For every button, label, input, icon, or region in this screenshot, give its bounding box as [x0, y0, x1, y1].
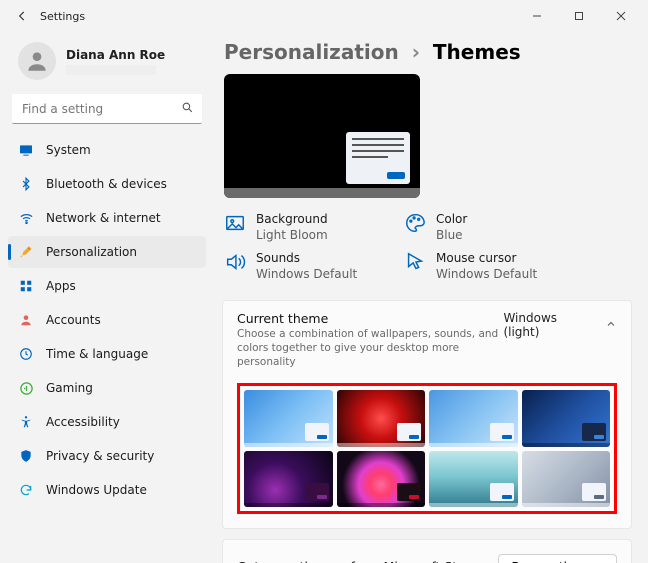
prop-label: Background: [256, 212, 328, 228]
sidebar-item-update[interactable]: Windows Update: [8, 474, 206, 506]
theme-tile[interactable]: [429, 390, 518, 446]
sidebar-item-personalization[interactable]: Personalization: [8, 236, 206, 268]
sidebar-item-label: Apps: [46, 279, 76, 293]
browse-themes-button[interactable]: Browse themes: [498, 554, 617, 563]
sidebar-item-system[interactable]: System: [8, 134, 206, 166]
preview-window-card: [346, 132, 410, 184]
sidebar-item-label: System: [46, 143, 91, 157]
search-input[interactable]: [20, 101, 181, 117]
prop-background[interactable]: BackgroundLight Bloom: [224, 212, 384, 243]
prop-value: Windows Default: [436, 267, 537, 283]
cursor-icon: [404, 251, 426, 273]
sidebar-item-accounts[interactable]: Accounts: [8, 304, 206, 336]
theme-properties: BackgroundLight Bloom ColorBlue SoundsWi…: [224, 212, 564, 282]
prop-sounds[interactable]: SoundsWindows Default: [224, 251, 384, 282]
themes-highlight-box: [237, 383, 617, 514]
account-name: Diana Ann Roe: [66, 48, 165, 62]
sidebar-item-label: Gaming: [46, 381, 93, 395]
clock-icon: [18, 346, 34, 362]
sidebar-item-label: Time & language: [46, 347, 148, 361]
breadcrumb-sep: ›: [412, 40, 420, 64]
minimize-button[interactable]: [516, 2, 558, 30]
sidebar-item-label: Privacy & security: [46, 449, 154, 463]
close-button[interactable]: [600, 2, 642, 30]
sidebar-item-time-language[interactable]: Time & language: [8, 338, 206, 370]
sidebar-item-bluetooth[interactable]: Bluetooth & devices: [8, 168, 206, 200]
sidebar-item-accessibility[interactable]: Accessibility: [8, 406, 206, 438]
theme-tile[interactable]: [244, 451, 333, 507]
prop-value: Blue: [436, 228, 467, 244]
titlebar: Settings: [0, 0, 648, 32]
search-icon: [181, 101, 194, 117]
store-panel: Get more themes from Microsoft Store Bro…: [222, 539, 632, 563]
sidebar-item-label: Bluetooth & devices: [46, 177, 167, 191]
accounts-icon: [18, 312, 34, 328]
shield-icon: [18, 448, 34, 464]
store-text: Get more themes from Microsoft Store: [237, 559, 477, 563]
bluetooth-icon: [18, 176, 34, 192]
sidebar-item-privacy[interactable]: Privacy & security: [8, 440, 206, 472]
sidebar-item-label: Network & internet: [46, 211, 161, 225]
breadcrumb-parent[interactable]: Personalization: [224, 40, 399, 64]
panel-title: Current theme: [237, 311, 503, 326]
sidebar-item-label: Accessibility: [46, 415, 120, 429]
personalization-icon: [18, 244, 34, 260]
sidebar-item-network[interactable]: Network & internet: [8, 202, 206, 234]
back-button[interactable]: [12, 6, 32, 26]
prop-label: Sounds: [256, 251, 357, 267]
nav: System Bluetooth & devices Network & int…: [8, 134, 206, 506]
prop-cursor[interactable]: Mouse cursorWindows Default: [404, 251, 564, 282]
sidebar-item-gaming[interactable]: Gaming: [8, 372, 206, 404]
sound-icon: [224, 251, 246, 273]
prop-label: Color: [436, 212, 467, 228]
theme-tile[interactable]: [244, 390, 333, 446]
wifi-icon: [18, 210, 34, 226]
update-icon: [18, 482, 34, 498]
preview-accent-button: [387, 172, 405, 179]
window-title: Settings: [40, 10, 85, 23]
theme-tile[interactable]: [337, 451, 426, 507]
chevron-up-icon: [605, 318, 617, 333]
maximize-button[interactable]: [558, 2, 600, 30]
account-block[interactable]: Diana Ann Roe: [8, 36, 206, 90]
prop-label: Mouse cursor: [436, 251, 537, 267]
palette-icon: [404, 212, 426, 234]
search-box[interactable]: [12, 94, 202, 124]
current-theme-value: Windows (light): [503, 311, 591, 339]
prop-value: Light Bloom: [256, 228, 328, 244]
accessibility-icon: [18, 414, 34, 430]
window-controls: [516, 2, 642, 30]
current-theme-panel: Current theme Choose a combination of wa…: [222, 300, 632, 529]
avatar: [18, 42, 56, 80]
sidebar-item-label: Windows Update: [46, 483, 147, 497]
current-theme-header[interactable]: Current theme Choose a combination of wa…: [223, 301, 631, 377]
gaming-icon: [18, 380, 34, 396]
account-email: [66, 65, 156, 75]
sidebar-item-label: Personalization: [46, 245, 137, 259]
breadcrumb: Personalization › Themes: [224, 40, 634, 64]
sidebar-item-apps[interactable]: Apps: [8, 270, 206, 302]
breadcrumb-current: Themes: [433, 40, 521, 64]
prop-color[interactable]: ColorBlue: [404, 212, 564, 243]
theme-tile[interactable]: [337, 390, 426, 446]
theme-tile[interactable]: [522, 451, 611, 507]
preview-taskbar: [224, 188, 420, 198]
themes-grid: [244, 390, 610, 507]
picture-icon: [224, 212, 246, 234]
theme-preview: [224, 74, 420, 198]
apps-icon: [18, 278, 34, 294]
panel-subtitle: Choose a combination of wallpapers, soun…: [237, 328, 503, 369]
sidebar: Diana Ann Roe System Bluetooth & devices…: [0, 32, 214, 563]
theme-tile[interactable]: [522, 390, 611, 446]
sidebar-item-label: Accounts: [46, 313, 101, 327]
theme-tile[interactable]: [429, 451, 518, 507]
main-content: Personalization › Themes BackgroundLight…: [214, 32, 648, 563]
system-icon: [18, 142, 34, 158]
prop-value: Windows Default: [256, 267, 357, 283]
